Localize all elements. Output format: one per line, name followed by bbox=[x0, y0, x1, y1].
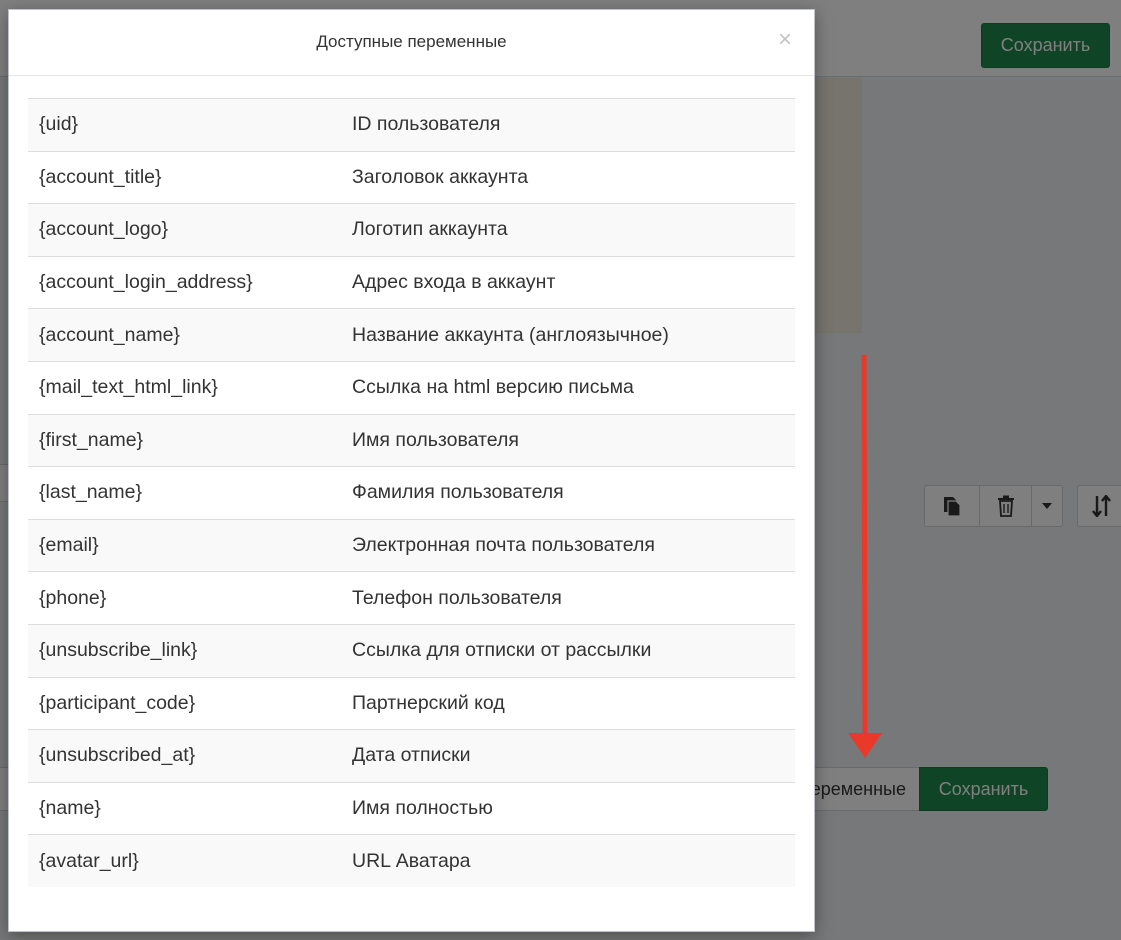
modal-body: {uid} ID пользователя {account_title} Загол… bbox=[9, 76, 814, 888]
variable-key: {phone} bbox=[39, 586, 107, 609]
variable-key: {account_logo} bbox=[39, 218, 169, 241]
variable-key: {account_title} bbox=[39, 165, 162, 188]
variable-key: {uid} bbox=[39, 113, 79, 136]
variable-description: Партнерский код bbox=[352, 691, 505, 714]
variable-key: {mail_text_html_link} bbox=[39, 376, 218, 399]
table-row: {last_name} Фамилия пользователя bbox=[28, 466, 795, 520]
modal-header: Доступные переменные × bbox=[9, 10, 814, 76]
variable-key: {account_name} bbox=[39, 323, 180, 346]
table-row: {account_logo} Логотип аккаунта bbox=[28, 203, 795, 257]
variable-description: URL Аватара bbox=[352, 849, 471, 872]
table-row: {participant_code} Партнерский код bbox=[28, 677, 795, 730]
table-row: {phone} Телефон пользователя bbox=[28, 571, 795, 625]
variable-key: {participant_code} bbox=[39, 691, 196, 714]
table-row: {mail_text_html_link} Ссылка на html верс… bbox=[28, 361, 795, 414]
table-row: {account_login_address} Адрес входа в акк… bbox=[28, 256, 795, 309]
table-row: {unsubscribe_link} Ссылка для отписки от … bbox=[28, 624, 795, 678]
annotation-arrow-icon bbox=[848, 355, 882, 758]
table-row: {avatar_url} URL Аватара bbox=[28, 834, 795, 888]
variable-key: {account_login_address} bbox=[39, 271, 253, 294]
variable-description: Имя пользователя bbox=[352, 428, 519, 451]
variable-description: Телефон пользователя bbox=[352, 586, 562, 609]
variable-description: Заголовок аккаунта bbox=[352, 165, 529, 188]
close-icon[interactable]: × bbox=[778, 28, 792, 52]
variable-key: {email} bbox=[39, 534, 99, 557]
variable-description: Ссылка для отписки от рассылки bbox=[352, 639, 652, 662]
modal-title: Доступные переменные bbox=[316, 32, 507, 51]
variable-key: {unsubscribe_link} bbox=[39, 639, 198, 662]
variable-description: Логотип аккаунта bbox=[352, 218, 508, 241]
table-row: {account_name} Название аккаунта (англояз… bbox=[28, 308, 795, 362]
table-row: {uid} ID пользователя bbox=[28, 98, 795, 152]
variables-modal: Доступные переменные × {uid} ID пользоват… bbox=[8, 9, 815, 932]
variable-description: Ссылка на html версию письма bbox=[352, 376, 634, 399]
variable-description: Фамилия пользователя bbox=[352, 481, 564, 504]
variable-key: {first_name} bbox=[39, 428, 144, 451]
table-row: {first_name} Имя пользователя bbox=[28, 414, 795, 467]
variable-description: Дата отписки bbox=[352, 744, 471, 767]
variable-description: Имя полностью bbox=[352, 797, 493, 820]
variable-description: ID пользователя bbox=[352, 113, 501, 136]
variable-key: {last_name} bbox=[39, 481, 142, 504]
table-row: {name} Имя полностью bbox=[28, 782, 795, 835]
variable-description: Электронная почта пользователя bbox=[352, 534, 655, 557]
table-row: {account_title} Заголовок аккаунта bbox=[28, 151, 795, 204]
table-row: {unsubscribed_at} Дата отписки bbox=[28, 729, 795, 783]
variable-description: Адрес входа в аккаунт bbox=[352, 271, 556, 294]
variable-key: {name} bbox=[39, 797, 101, 820]
variable-description: Название аккаунта (англоязычное) bbox=[352, 323, 669, 346]
variable-key: {avatar_url} bbox=[39, 849, 139, 872]
variables-table: {uid} ID пользователя {account_title} Загол… bbox=[28, 98, 795, 888]
table-row: {email} Электронная почта пользователя bbox=[28, 519, 795, 572]
variable-key: {unsubscribed_at} bbox=[39, 744, 196, 767]
